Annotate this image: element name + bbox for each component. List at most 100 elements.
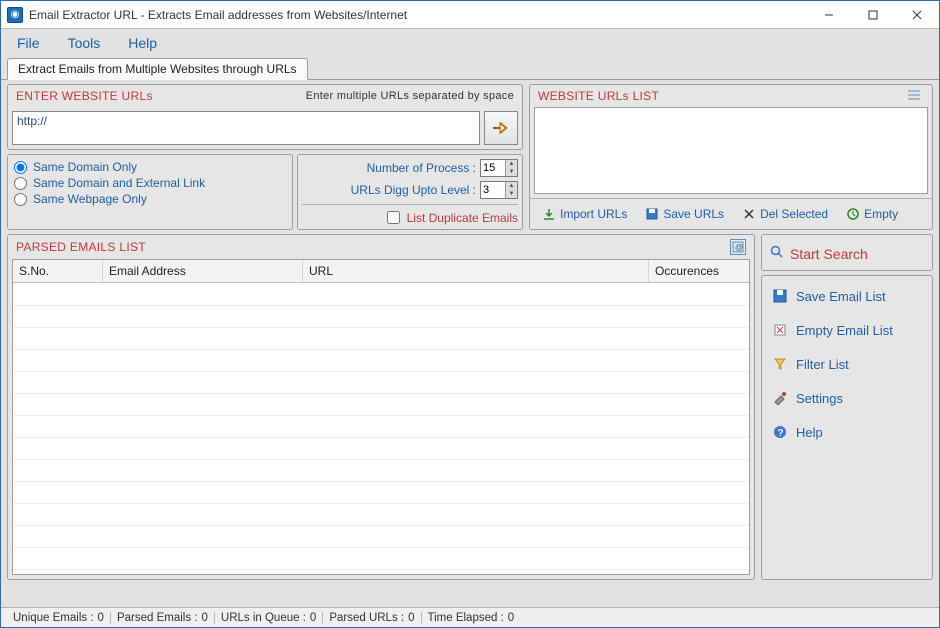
import-urls-button[interactable]: Import URLs [534, 203, 635, 225]
urls-listbox[interactable] [534, 107, 928, 194]
statusbar: Unique Emails : 0 Parsed Emails : 0 URLs… [1, 607, 939, 627]
start-search-button[interactable]: Start Search [768, 241, 926, 264]
col-sno[interactable]: S.No. [13, 260, 103, 282]
help-button[interactable]: ? Help [768, 418, 926, 446]
radio-same-webpage[interactable]: Same Webpage Only [14, 191, 286, 207]
menubar: File Tools Help [1, 29, 939, 57]
save-urls-label: Save URLs [663, 207, 724, 221]
status-queue-label: URLs in Queue : [221, 612, 306, 624]
menu-tools[interactable]: Tools [64, 33, 105, 53]
radio-same-domain-label: Same Domain Only [33, 160, 137, 174]
status-queue: URLs in Queue : 0 [215, 612, 323, 624]
minimize-icon [824, 10, 834, 20]
save-icon [772, 288, 788, 304]
radio-same-domain-input[interactable] [14, 161, 27, 174]
arrow-right-icon [491, 120, 511, 136]
parsed-emails-panel: PARSED EMAILS LIST @ S.No. Email Address… [7, 234, 755, 580]
col-occurences[interactable]: Occurences [649, 260, 749, 282]
spin-down-icon[interactable]: ▼ [505, 168, 517, 176]
settings-label: Settings [796, 391, 843, 406]
import-urls-label: Import URLs [560, 207, 627, 221]
urls-list-title: WEBSITE URLs LIST [538, 89, 659, 103]
list-options-icon[interactable] [906, 89, 924, 103]
add-url-button[interactable] [484, 111, 518, 145]
status-unique-value: 0 [98, 612, 104, 624]
titlebar: ◉ Email Extractor URL - Extracts Email a… [1, 1, 939, 29]
parsed-grid-body[interactable] [13, 283, 749, 574]
status-elapsed: Time Elapsed : 0 [422, 612, 521, 624]
status-parsed-value: 0 [201, 612, 207, 624]
status-elapsed-label: Time Elapsed : [428, 612, 504, 624]
import-icon [542, 207, 556, 221]
save-icon [645, 207, 659, 221]
parsed-grid[interactable]: S.No. Email Address URL Occurences [12, 259, 750, 575]
status-unique-label: Unique Emails : [13, 612, 94, 624]
maximize-button[interactable] [851, 1, 895, 29]
empty-button[interactable]: Empty [838, 203, 906, 225]
tab-row: Extract Emails from Multiple Websites th… [1, 57, 939, 79]
empty-email-list-button[interactable]: Empty Email List [768, 316, 926, 344]
status-parsed-emails: Parsed Emails : 0 [111, 612, 215, 624]
save-email-list-button[interactable]: Save Email List [768, 282, 926, 310]
minimize-button[interactable] [807, 1, 851, 29]
empty-email-list-label: Empty Email List [796, 323, 893, 338]
domain-options-panel: Same Domain Only Same Domain and Externa… [7, 154, 293, 230]
maximize-icon [868, 10, 878, 20]
col-email[interactable]: Email Address [103, 260, 303, 282]
col-url[interactable]: URL [303, 260, 649, 282]
digg-level-label: URLs Digg Upto Level : [351, 183, 476, 197]
enter-urls-panel: ENTER WEBSITE URLs Enter multiple URLs s… [7, 84, 523, 150]
num-process-label: Number of Process : [367, 161, 476, 175]
digg-level-input[interactable] [481, 182, 505, 198]
num-process-input[interactable] [481, 160, 505, 176]
process-options-panel: Number of Process : ▲▼ URLs Digg Upto Le… [297, 154, 523, 230]
spin-up-icon[interactable]: ▲ [505, 182, 517, 190]
menu-help[interactable]: Help [124, 33, 161, 53]
start-search-panel: Start Search [761, 234, 933, 271]
list-duplicate-label: List Duplicate Emails [407, 211, 518, 225]
side-actions-panel: Save Email List Empty Email List Filter … [761, 275, 933, 580]
empty-list-icon [772, 322, 788, 338]
radio-same-domain[interactable]: Same Domain Only [14, 159, 286, 175]
status-unique: Unique Emails : 0 [7, 612, 111, 624]
del-selected-button[interactable]: Del Selected [734, 203, 836, 225]
radio-external-link[interactable]: Same Domain and External Link [14, 175, 286, 191]
parsed-title: PARSED EMAILS LIST [16, 240, 146, 254]
radio-same-webpage-input[interactable] [14, 193, 27, 206]
search-icon [770, 245, 784, 262]
status-purls-label: Parsed URLs : [329, 612, 404, 624]
filter-list-label: Filter List [796, 357, 849, 372]
tab-extract-urls[interactable]: Extract Emails from Multiple Websites th… [7, 58, 308, 80]
menu-file[interactable]: File [13, 33, 44, 53]
radio-external-link-label: Same Domain and External Link [33, 176, 205, 190]
parsed-options-icon[interactable]: @ [730, 239, 746, 255]
app-icon: ◉ [7, 7, 23, 23]
spin-down-icon[interactable]: ▼ [505, 190, 517, 198]
url-input[interactable]: http:// [12, 111, 480, 145]
enter-urls-hint: Enter multiple URLs separated by space [306, 90, 514, 102]
num-process-spinner[interactable]: ▲▼ [480, 159, 518, 177]
close-icon [912, 10, 922, 20]
delete-icon [742, 207, 756, 221]
start-search-label: Start Search [790, 246, 868, 262]
status-elapsed-value: 0 [508, 612, 514, 624]
svg-text:?: ? [778, 428, 784, 439]
status-queue-value: 0 [310, 612, 316, 624]
spin-up-icon[interactable]: ▲ [505, 160, 517, 168]
settings-icon [772, 390, 788, 406]
radio-external-link-input[interactable] [14, 177, 27, 190]
help-icon: ? [772, 424, 788, 440]
empty-icon [846, 207, 860, 221]
save-email-list-label: Save Email List [796, 289, 886, 304]
window-title: Email Extractor URL - Extracts Email add… [29, 8, 407, 22]
close-button[interactable] [895, 1, 939, 29]
help-label: Help [796, 425, 823, 440]
save-urls-button[interactable]: Save URLs [637, 203, 732, 225]
digg-level-spinner[interactable]: ▲▼ [480, 181, 518, 199]
enter-urls-title: ENTER WEBSITE URLs [16, 89, 153, 103]
list-duplicate-checkbox[interactable] [387, 211, 400, 224]
filter-list-button[interactable]: Filter List [768, 350, 926, 378]
urls-list-panel: WEBSITE URLs LIST Import URLs Save URLs [529, 84, 933, 230]
empty-label: Empty [864, 207, 898, 221]
settings-button[interactable]: Settings [768, 384, 926, 412]
